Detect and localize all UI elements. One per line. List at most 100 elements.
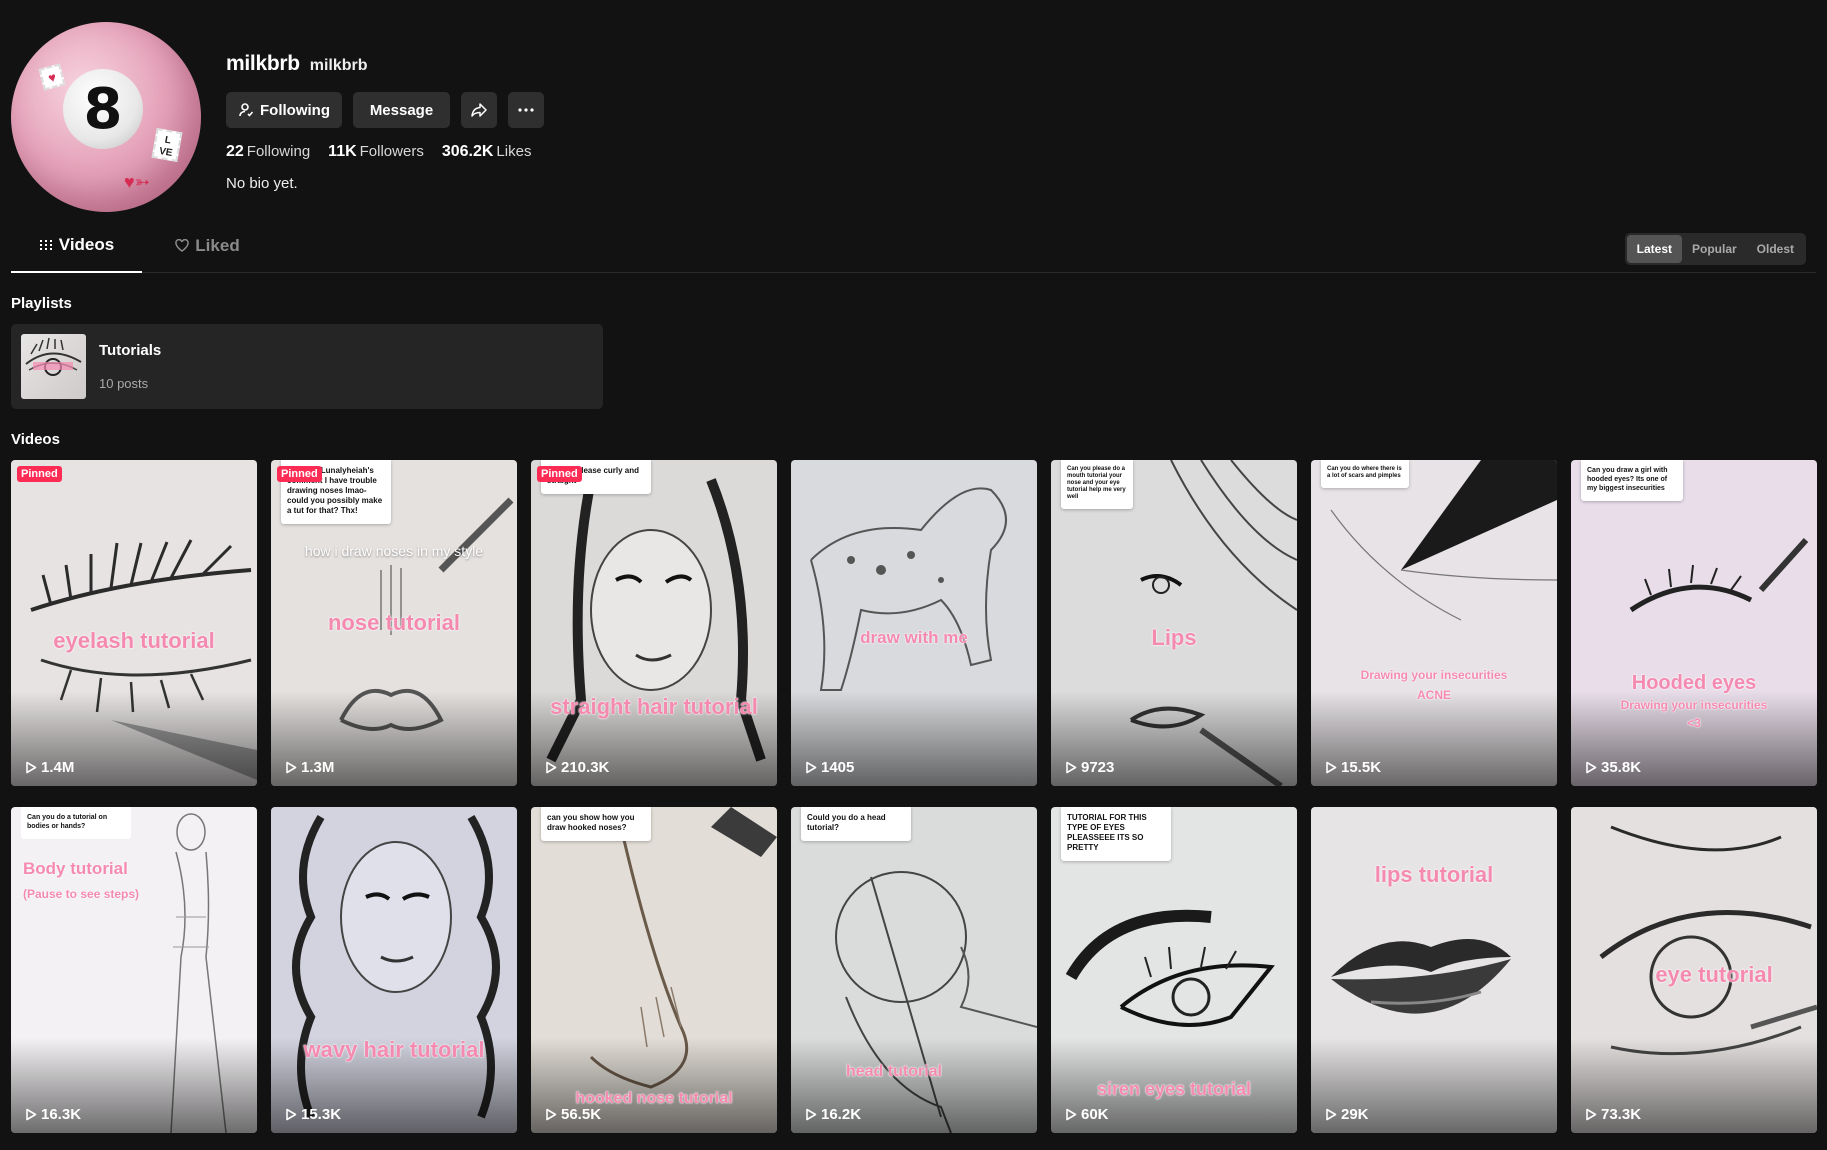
play-icon — [1586, 1108, 1597, 1121]
profile-actions: Following Message — [226, 92, 544, 128]
heart-sticker-icon: ♥ — [38, 63, 66, 91]
play-icon — [1066, 1108, 1077, 1121]
sort-popular-button[interactable]: Popular — [1682, 235, 1747, 263]
pinned-badge: Pinned — [537, 466, 582, 482]
reply-comment-sticker: Can you draw a girl with hooded eyes? It… — [1581, 460, 1683, 501]
video-subcaption-overlay: how i draw noses in my style — [304, 543, 484, 559]
videos-heading: Videos — [11, 431, 60, 448]
play-icon — [1066, 761, 1077, 774]
username: milkbrb — [309, 57, 368, 74]
display-name: milkbrb — [226, 52, 300, 75]
play-icon — [546, 1108, 557, 1121]
tab-videos-label: Videos — [58, 234, 115, 254]
video-card[interactable]: wavy hair tutorial 15.3K — [271, 807, 517, 1133]
play-icon — [546, 761, 557, 774]
pinned-badge: Pinned — [277, 466, 322, 482]
video-card[interactable]: Pinned eyelash tutorial 1.4M — [11, 460, 257, 786]
grid-icon — [39, 239, 52, 250]
video-caption-overlay: Hooded eyes — [1631, 672, 1757, 694]
profile-page: ♥ 8 L VE ♥➳ milkbrb milkbrb Following Mes… — [0, 0, 1827, 1150]
following-button-label: Following — [260, 101, 330, 119]
share-icon — [471, 103, 487, 117]
video-caption-overlay: lips tutorial — [1374, 862, 1494, 887]
play-icon — [1586, 761, 1597, 774]
video-caption-overlay: straight hair tutorial — [550, 694, 758, 719]
pinned-badge: Pinned — [17, 466, 62, 482]
play-icon — [26, 761, 37, 774]
reply-comment-sticker: Can you please do a mouth tutorial your … — [1061, 460, 1133, 509]
following-button[interactable]: Following — [226, 92, 342, 128]
profile-header: ♥ 8 L VE ♥➳ milkbrb milkbrb Following Mes… — [11, 0, 1816, 218]
play-icon — [26, 1108, 37, 1121]
view-count: 1405 — [805, 759, 854, 776]
view-count: 60K — [1065, 1106, 1109, 1123]
view-count: 16.2K — [805, 1106, 861, 1123]
share-button[interactable] — [461, 92, 497, 128]
sort-toggle: Latest Popular Oldest — [1624, 233, 1806, 265]
tab-liked[interactable]: Liked — [142, 218, 273, 273]
love-stamp-icon: L VE — [151, 127, 183, 163]
avatar[interactable]: ♥ 8 L VE ♥➳ — [11, 22, 201, 212]
view-count: 73.3K — [1585, 1106, 1641, 1123]
eight-ball-icon: 8 — [63, 69, 143, 149]
message-button[interactable]: Message — [353, 92, 450, 128]
followers-count[interactable]: 11K Followers — [328, 143, 424, 161]
reply-comment-sticker: Can you do where there is a lot of scars… — [1321, 460, 1409, 488]
following-count[interactable]: 22 Following — [226, 143, 310, 161]
view-count: 35.8K — [1585, 759, 1641, 776]
video-card[interactable]: draw with me 1405 — [791, 460, 1037, 786]
likes-count: 306.2K Likes — [441, 143, 532, 160]
play-icon — [806, 1108, 817, 1121]
view-count: 16.3K — [25, 1106, 81, 1123]
reply-comment-sticker: Could you do a head tutorial? — [801, 807, 911, 841]
play-icon — [1326, 761, 1337, 774]
video-card[interactable]: Can you do a tutorial on bodies or hands… — [11, 807, 257, 1133]
ellipsis-icon — [518, 108, 534, 112]
sort-oldest-button[interactable]: Oldest — [1747, 235, 1804, 263]
tab-liked-label: Liked — [195, 235, 240, 255]
video-caption-overlay: siren eyes tutorial — [1096, 1079, 1252, 1099]
tab-videos[interactable]: Videos — [11, 218, 142, 273]
play-icon — [286, 1108, 297, 1121]
video-caption-overlay: draw with me — [860, 628, 968, 647]
video-card[interactable]: Can you please do a mouth tutorial your … — [1051, 460, 1297, 786]
heart-outline-icon — [175, 239, 190, 252]
video-caption-overlay: Drawing your insecurities — [1360, 668, 1508, 682]
view-count: 29K — [1325, 1106, 1369, 1123]
user-check-icon — [239, 103, 254, 117]
video-caption-overlay: head tutorial — [845, 1063, 942, 1080]
play-icon — [286, 761, 297, 774]
heart-arrow-icon: ♥➳ — [124, 172, 150, 192]
video-card[interactable]: lips tutorial 29K — [1311, 807, 1557, 1133]
playlist-thumbnail — [21, 334, 86, 399]
video-subcaption-overlay: Drawing your insecurities — [1620, 698, 1768, 712]
sort-latest-button[interactable]: Latest — [1626, 235, 1682, 263]
view-count: 1.4M — [25, 759, 74, 776]
play-icon — [1326, 1108, 1337, 1121]
video-card[interactable]: tutorial please curly and straight Pinne… — [531, 460, 777, 786]
playlist-post-count: 10 posts — [99, 376, 149, 391]
video-card[interactable]: Can you do where there is a lot of scars… — [1311, 460, 1557, 786]
video-card[interactable]: TUTORIAL FOR THIS TYPE OF EYES PLEASSEEE… — [1051, 807, 1297, 1133]
video-card[interactable]: can you show how you draw hooked noses? … — [531, 807, 777, 1133]
video-card[interactable]: eye tutorial 73.3K — [1571, 807, 1817, 1133]
view-count: 15.5K — [1325, 759, 1381, 776]
profile-stats: 22 Following 11K Followers 306.2K Likes — [226, 143, 544, 161]
view-count: 9723 — [1065, 759, 1114, 776]
view-count: 15.3K — [285, 1106, 341, 1123]
video-card[interactable]: Could you do a head tutorial? head tutor… — [791, 807, 1037, 1133]
content-tabs: Videos Liked Latest Popular Oldest — [11, 218, 1816, 273]
reply-comment-sticker: Can you do a tutorial on bodies or hands… — [21, 807, 131, 839]
video-subcaption-overlay: (Pause to see steps) — [23, 887, 140, 901]
more-options-button[interactable] — [508, 92, 544, 128]
playlist-card[interactable]: Tutorials 10 posts — [11, 324, 603, 409]
reply-comment-sticker: TUTORIAL FOR THIS TYPE OF EYES PLEASSEEE… — [1061, 807, 1171, 861]
play-icon — [806, 761, 817, 774]
video-caption-overlay: nose tutorial — [327, 610, 460, 635]
video-card[interactable]: Can you draw a girl with hooded eyes? It… — [1571, 460, 1817, 786]
video-caption-overlay: eye tutorial — [1655, 962, 1773, 987]
video-card[interactable]: Reply to Lunalyheiah's comment I have tr… — [271, 460, 517, 786]
bio: No bio yet. — [226, 175, 298, 192]
view-count: 210.3K — [545, 759, 609, 776]
video-caption-overlay: Lips — [1151, 625, 1197, 650]
